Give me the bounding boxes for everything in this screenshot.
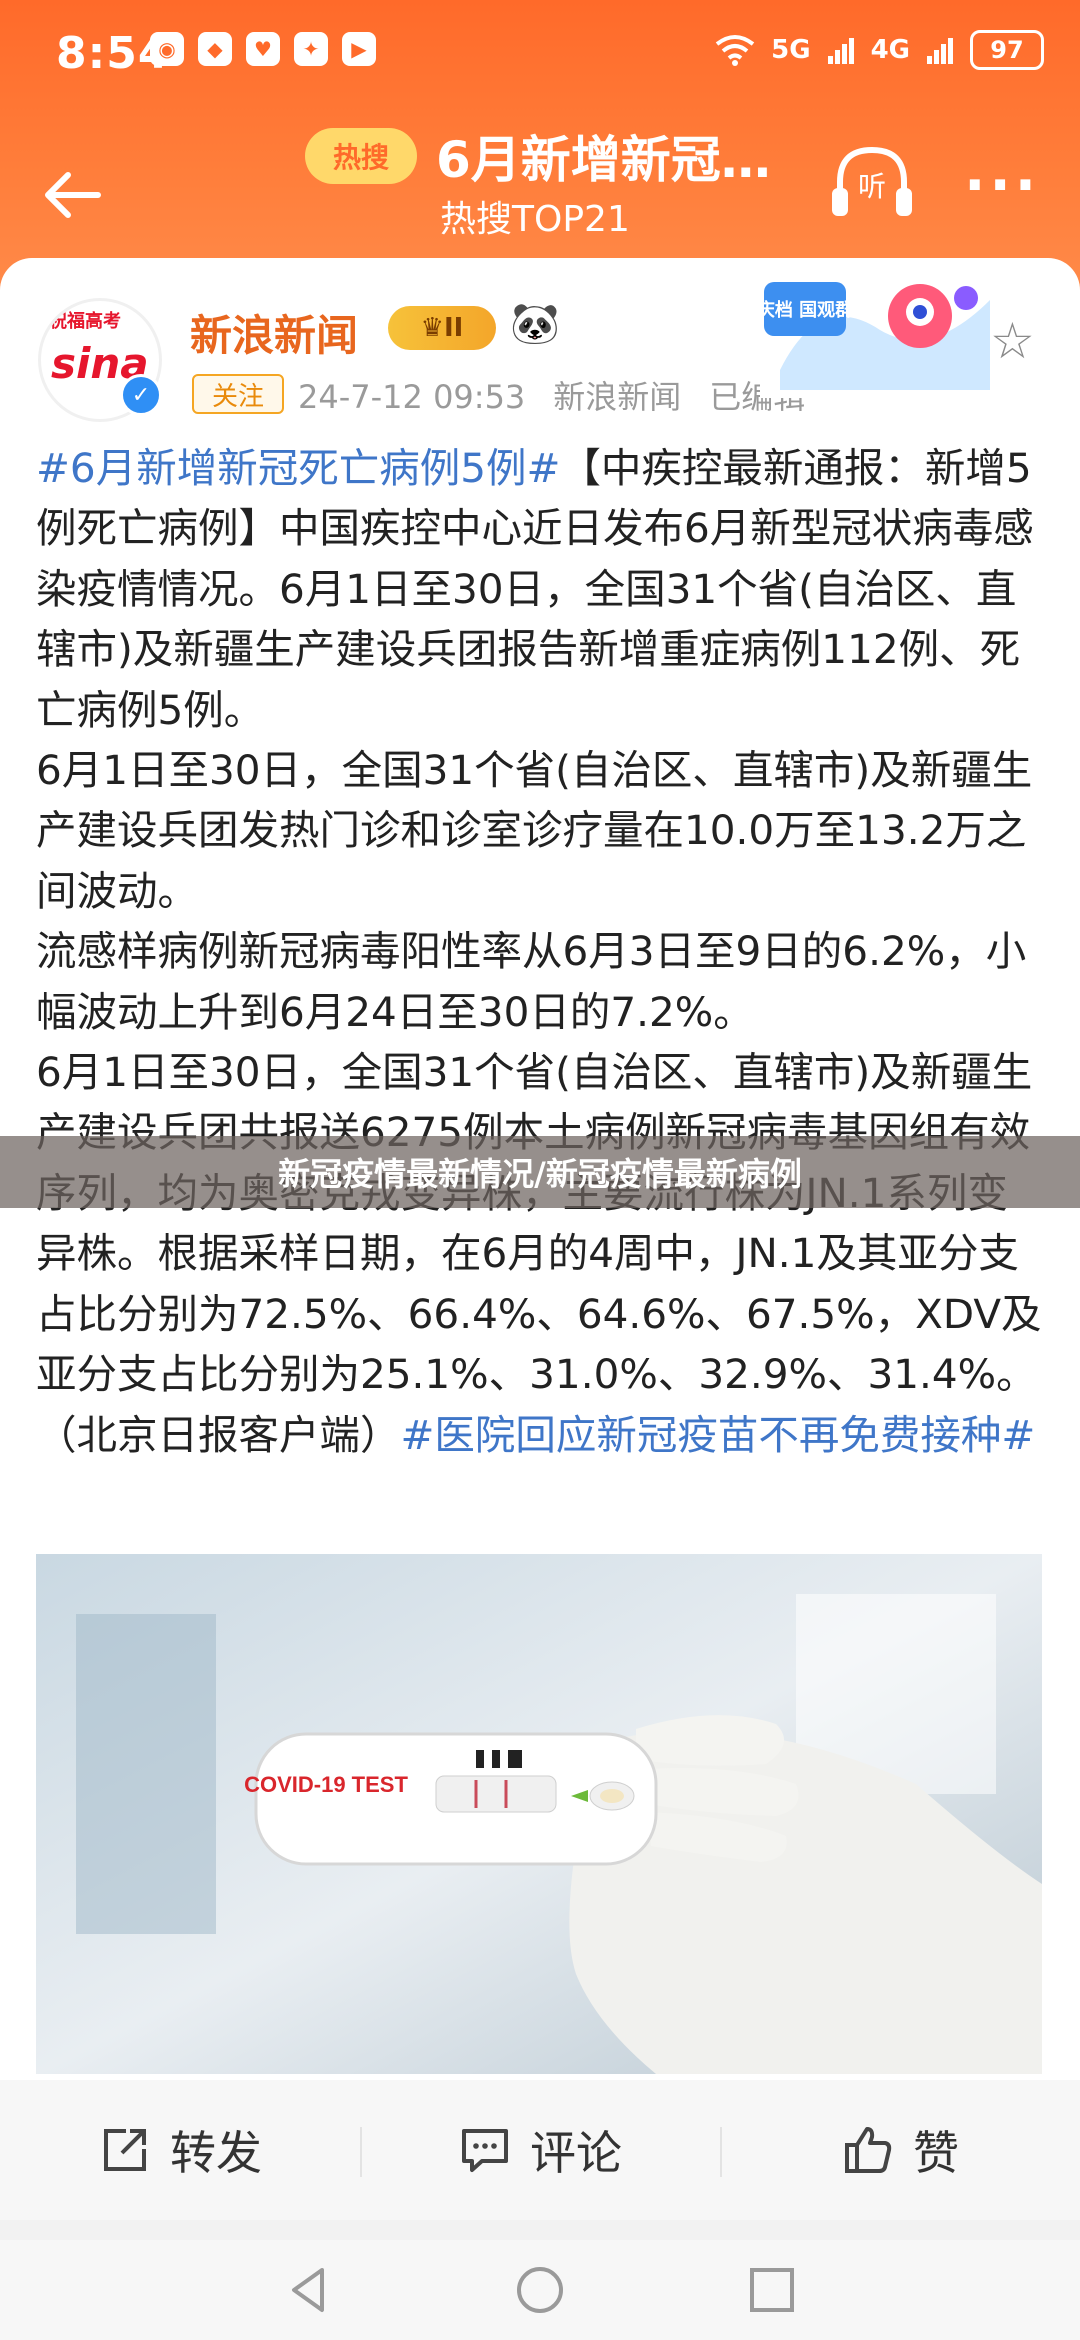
network-5g: 5G [771,35,811,65]
app-icon: ◆ [198,32,232,66]
paragraph-3: 流感样病例新冠病毒阳性率从6月3日至9日的6.2%，小幅波动上升到6月24日至3… [36,927,1027,1036]
comment-icon [462,2129,508,2172]
repost-label: 转发 [170,2126,262,2180]
paragraph-4: 6月1日至30日，全国31个省(自治区、直辖市)及新疆生产建设兵团共报送6275… [36,1042,1046,1465]
app-icon: ▶ [342,32,376,66]
follow-button[interactable]: 关注 [192,374,284,414]
paragraph-4-text: 6月1日至30日，全国31个省(自治区、直辖市)及新疆生产建设兵团共报送6275… [36,1048,1042,1459]
paragraph-1: #6月新增新冠死亡病例5例#【中疾控最新通报：新增5例死亡病例】中国疾控中心近日… [36,438,1046,740]
like-label: 赞 [913,2126,959,2180]
sticker-text: 国庆档 国观群众 [760,299,871,321]
hashtag-link[interactable]: #6月新增新冠死亡病例5例# [36,444,560,492]
paragraph-2: 6月1日至30日，全国31个省(自治区、直辖市)及新疆生产建设兵团发热门诊和诊室… [36,746,1033,915]
signal-icon [827,38,854,64]
system-recents-icon[interactable] [744,2262,800,2318]
status-indicators: 5G 4G 97 [715,30,1044,70]
system-navigation [0,2240,1080,2340]
test-label: COVID-19 TEST [244,1772,408,1797]
listen-label: 听 [858,170,886,203]
post-source: 新浪新闻 [553,378,682,416]
campaign-sticker[interactable]: 国庆档 国观群众 [760,270,1000,398]
member-level-badge: ♛ II [388,306,496,350]
author-name[interactable]: 新浪新闻 [190,302,358,363]
signal-icon [927,38,953,64]
repost-button[interactable]: 转发 [0,2117,360,2183]
hashtag-link[interactable]: #医院回应新冠疫苗不再免费接种# [401,1411,1036,1459]
verified-icon: ✓ [120,374,162,416]
panda-icon: 🐼 [510,301,560,347]
battery-indicator: 97 [970,30,1044,70]
thumbs-up-icon [845,2127,892,2173]
app-icon: ♥ [246,32,280,66]
member-level-text: II [443,313,464,343]
action-bar: 转发 评论 赞 [0,2080,1080,2220]
share-icon [104,2129,146,2171]
more-options-icon[interactable]: ··· [964,158,1040,214]
system-back-icon[interactable] [280,2262,336,2318]
wifi-icon [715,35,755,66]
app-icon: ✦ [294,32,328,66]
system-home-icon[interactable] [512,2262,568,2318]
hot-search-badge: 热搜 [305,128,417,184]
headphones-icon[interactable]: 听 [826,144,918,224]
watermark-banner: 新冠疫情最新情况/新冠疫情最新病例 [0,1136,1080,1208]
post-body: #6月新增新冠死亡病例5例#【中疾控最新通报：新增5例死亡病例】中国疾控中心近日… [36,438,1046,1465]
avatar-badge: 祝福高考 [49,311,121,332]
status-bar: 8:54 ◉ ◆ ♥ ✦ ▶ 5G 4G 97 [0,0,1080,100]
weibo-icon: ◉ [150,32,184,66]
page-title: 6月新增新冠… [436,131,771,189]
hot-rank[interactable]: 热搜TOP21 [440,190,630,242]
post-date: 24-7-12 09:53 [298,378,526,416]
comment-label: 评论 [530,2126,622,2180]
comment-button[interactable]: 评论 [360,2117,720,2183]
favorite-star-icon[interactable]: ☆ [990,312,1035,370]
back-arrow-icon[interactable] [38,160,108,230]
like-button[interactable]: 赞 [720,2117,1080,2183]
network-4g: 4G [870,35,910,65]
top-nav: 热搜 6月新增新冠… 热搜TOP21 听 ··· [0,110,1080,270]
post-image[interactable]: COVID-19 TEST [36,1554,1042,2074]
post-meta: 24-7-12 09:53 新浪新闻 已编辑 [298,372,833,418]
notification-icons: ◉ ◆ ♥ ✦ ▶ [150,32,376,66]
